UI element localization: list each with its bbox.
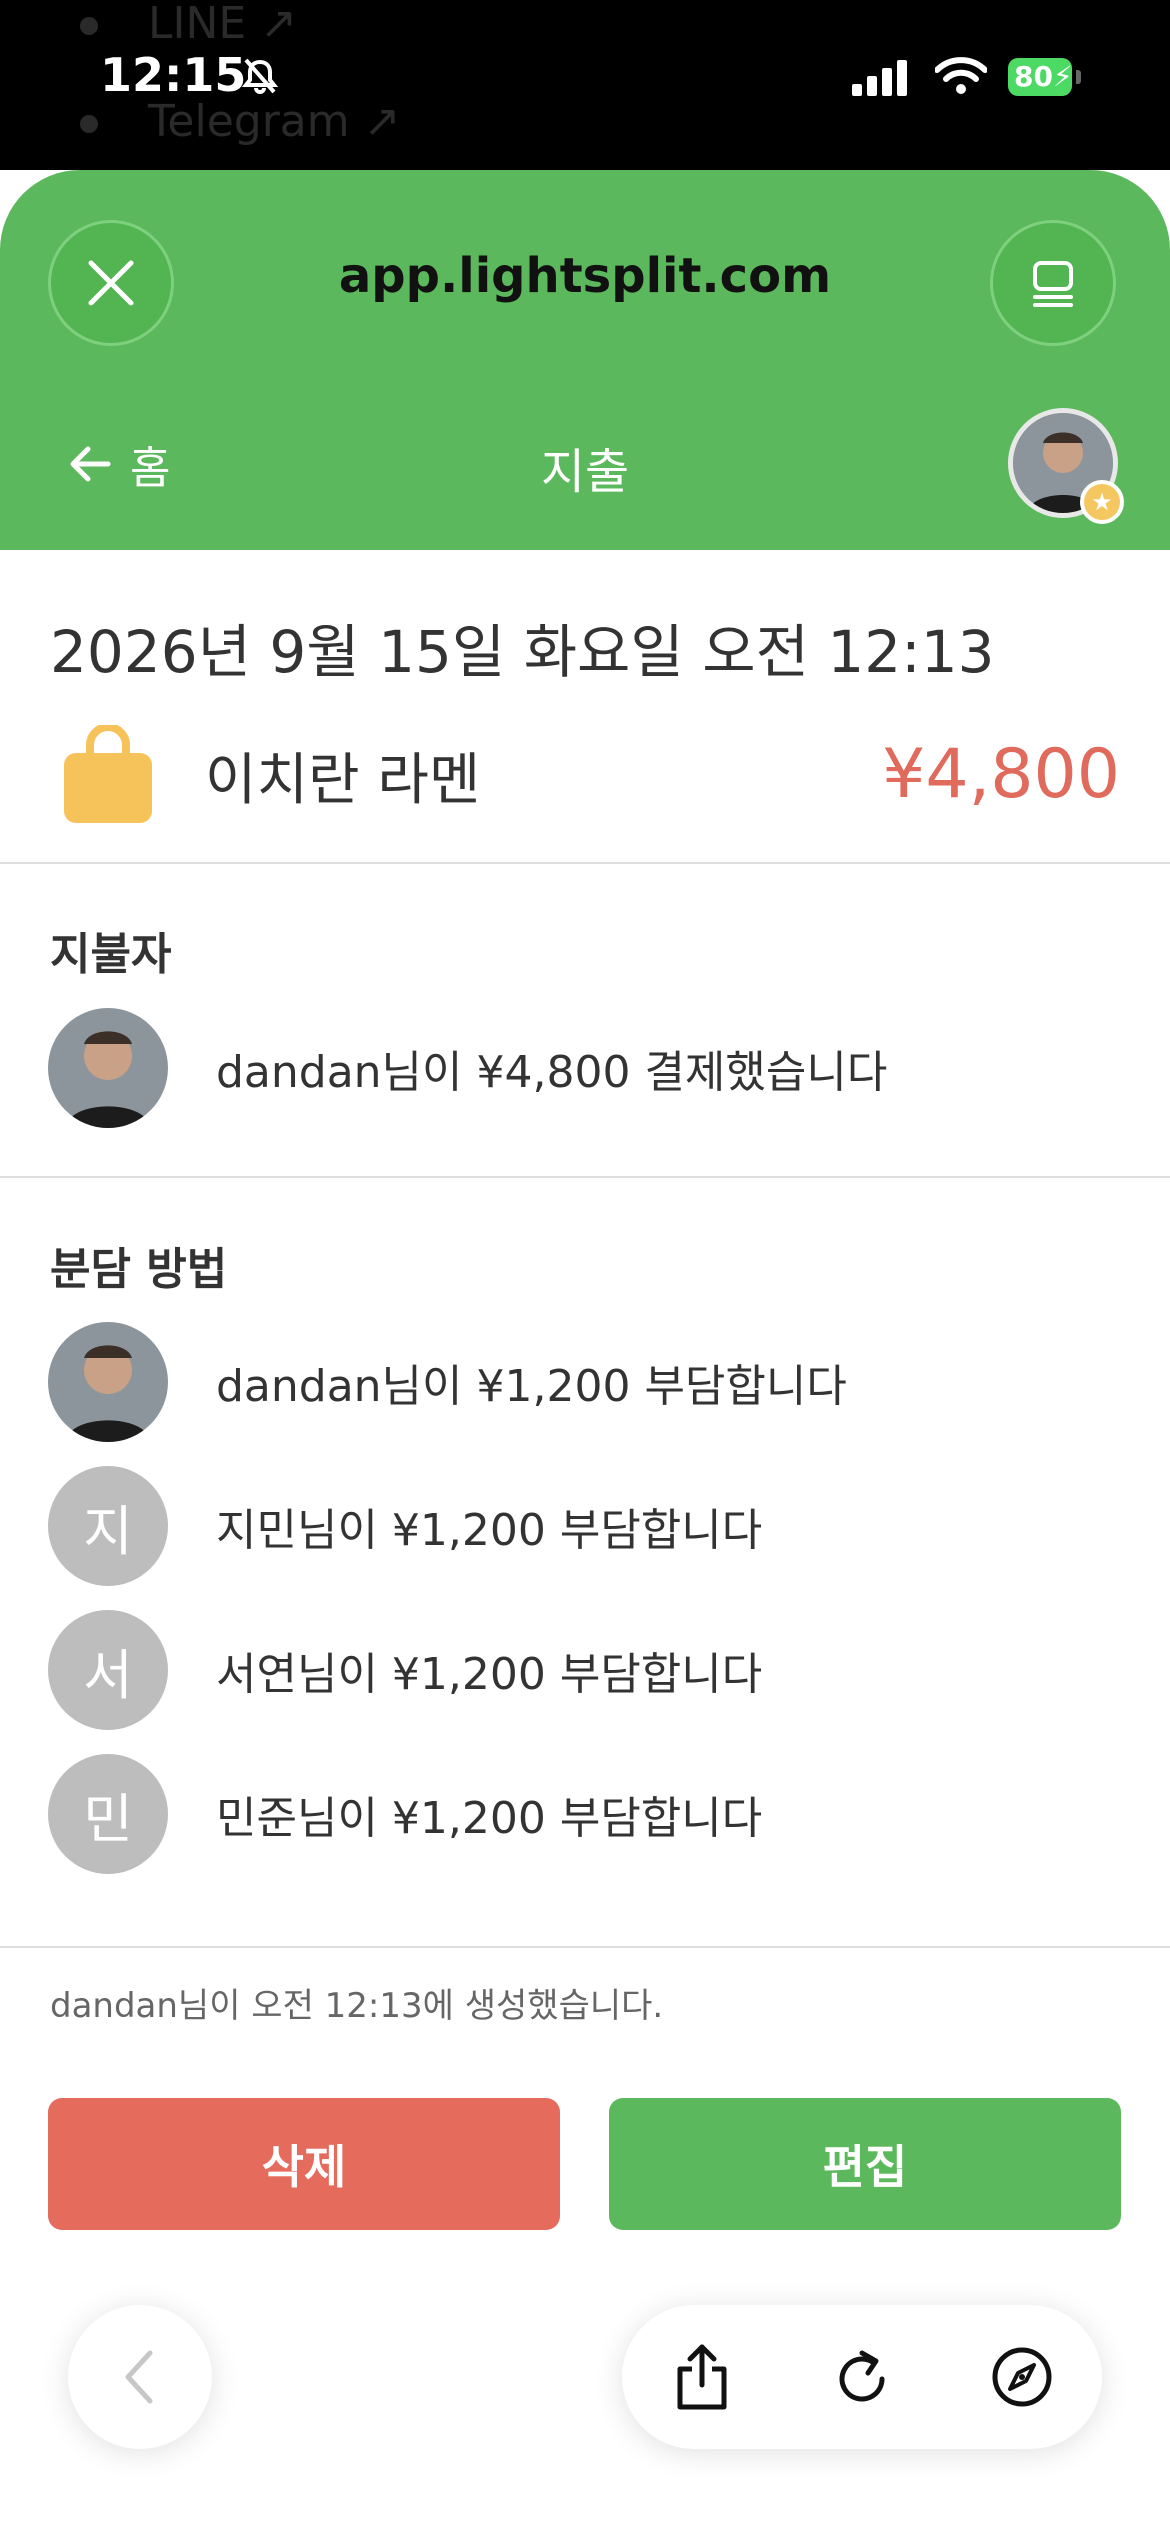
split-text: 지민님이 ¥1,200 부담합니다 (216, 1505, 763, 1556)
background-link-line: LINE ↗ (80, 0, 297, 49)
divider (0, 1946, 1170, 1948)
reload-icon (839, 2350, 885, 2402)
chevron-left-icon (125, 2350, 153, 2404)
split-text: dandan님이 ¥1,200 부담합니다 (216, 1361, 847, 1412)
background-link-telegram: Telegram ↗ (80, 96, 400, 147)
expense-name: 이치란 라멘 (205, 748, 481, 813)
browser-toolbar (622, 2305, 1102, 2449)
compass-icon (992, 2347, 1052, 2407)
created-note: dandan님이 오전 12:13에 생성했습니다. (50, 1986, 664, 2026)
tabs-button[interactable] (990, 220, 1116, 346)
share-icon (677, 2344, 727, 2410)
delete-button[interactable]: 삭제 (48, 2098, 560, 2230)
avatar (48, 1008, 168, 1128)
browser-sheet-header: app.lightsplit.com 홈 지출 ★ (0, 170, 1170, 550)
shopping-bag-icon (64, 723, 152, 827)
bell-muted-icon (240, 56, 280, 100)
star-badge-icon: ★ (1080, 480, 1124, 524)
page-title: 지출 (540, 444, 630, 500)
battery-tip (1076, 70, 1081, 84)
avatar: 민 (48, 1754, 168, 1874)
edit-button[interactable]: 편집 (609, 2098, 1121, 2230)
split-section-title: 분담 방법 (50, 1244, 228, 1295)
avatar: 지 (48, 1466, 168, 1586)
tabs-icon (1033, 261, 1073, 307)
browser-back-button[interactable] (68, 2305, 212, 2449)
wifi-icon (934, 56, 988, 100)
status-time: 12:15 (100, 48, 247, 102)
divider (0, 862, 1170, 864)
payer-section-title: 지불자 (50, 929, 172, 980)
split-row: 지 지민님이 ¥1,200 부담합니다 (48, 1466, 762, 1586)
cellular-signal-icon (852, 60, 912, 100)
open-in-browser-button[interactable] (986, 2341, 1058, 2413)
expense-datetime: 2026년 9월 15일 화요일 오전 12:13 (50, 618, 995, 686)
split-text: 민준님이 ¥1,200 부담합니다 (216, 1793, 763, 1844)
divider (0, 1176, 1170, 1178)
share-button[interactable] (666, 2341, 738, 2413)
payer-text: dandan님이 ¥4,800 결제했습니다 (216, 1047, 888, 1098)
split-text: 서연님이 ¥1,200 부담합니다 (216, 1649, 763, 1700)
reload-button[interactable] (826, 2341, 898, 2413)
split-row: 서 서연님이 ¥1,200 부담합니다 (48, 1610, 762, 1730)
status-bar: LINE ↗ Telegram ↗ 12:15 80⚡ (0, 0, 1170, 170)
battery-indicator: 80⚡ (1008, 58, 1073, 96)
avatar: 서 (48, 1610, 168, 1730)
split-row: dandan님이 ¥1,200 부담합니다 (48, 1322, 847, 1442)
expense-amount: ¥4,800 (882, 735, 1120, 814)
payer-row: dandan님이 ¥4,800 결제했습니다 (48, 1008, 887, 1128)
avatar (48, 1322, 168, 1442)
split-row: 민 민준님이 ¥1,200 부담합니다 (48, 1754, 762, 1874)
